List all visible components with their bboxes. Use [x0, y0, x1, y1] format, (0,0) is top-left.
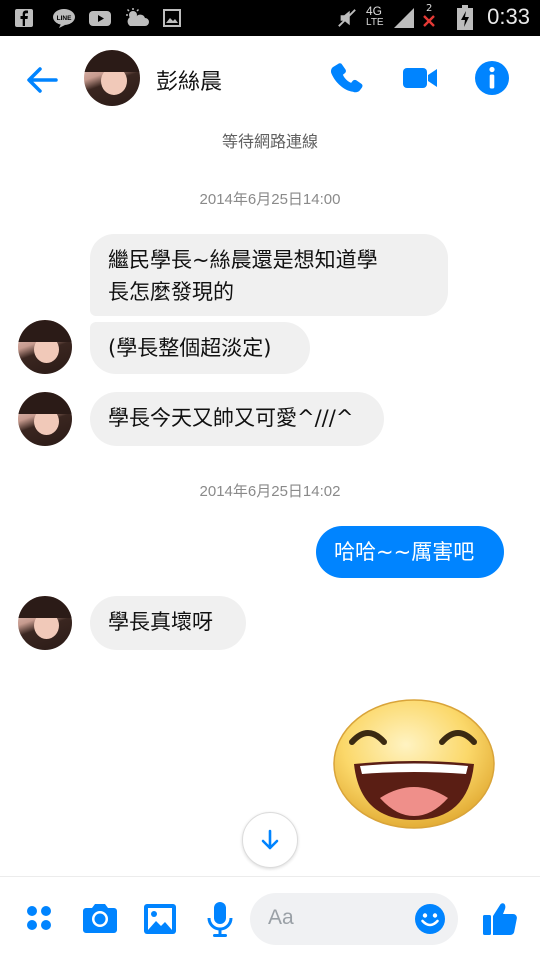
- received-message[interactable]: 繼民學長~絲晨還是想知道學 長怎麼發現的: [90, 234, 448, 316]
- battery-charging-icon: [457, 5, 473, 30]
- received-message[interactable]: (學長整個超淡定): [90, 322, 310, 374]
- sender-avatar[interactable]: [18, 392, 72, 446]
- message-composer: Aa: [0, 876, 540, 960]
- image-icon: [163, 9, 181, 27]
- sent-message[interactable]: 哈哈~~厲害吧: [316, 526, 504, 578]
- sender-avatar[interactable]: [18, 320, 72, 374]
- mute-icon: [338, 9, 356, 27]
- line-icon: LINE: [53, 9, 75, 28]
- status-bar: LINE 4G LTE 2 0:33: [0, 0, 540, 36]
- no-signal-icon: [423, 15, 435, 27]
- youtube-icon: [89, 11, 111, 26]
- message-text: 學長真壞呀: [108, 610, 213, 634]
- message-text: (學長整個超淡定): [108, 336, 272, 360]
- signal-icon: [394, 8, 414, 28]
- arrow-down-icon: [261, 829, 279, 850]
- clock: 0:33: [487, 4, 530, 29]
- gallery-icon[interactable]: [140, 899, 180, 939]
- network-type: 4G: [366, 4, 383, 18]
- message-text: 哈哈~~厲害吧: [334, 540, 475, 564]
- timestamp: 2014年6月25日14:00: [199, 191, 341, 208]
- message-input[interactable]: Aa: [250, 893, 458, 945]
- like-thumb-icon[interactable]: [480, 897, 522, 939]
- weather-icon: [126, 8, 149, 26]
- facebook-icon: [15, 9, 33, 27]
- sim-slot: 2: [426, 3, 433, 14]
- sender-avatar[interactable]: [18, 596, 72, 650]
- scroll-to-bottom-button[interactable]: [242, 812, 298, 868]
- contact-avatar[interactable]: [84, 50, 140, 106]
- message-line: 繼民學長~絲晨還是想知道學: [108, 248, 378, 272]
- message-line: 長怎麼發現的: [108, 280, 234, 304]
- message-text: 學長今天又帥又可愛^///^: [108, 406, 354, 430]
- info-icon[interactable]: [472, 58, 512, 98]
- conversation-header: 彭絲晨: [0, 36, 540, 122]
- more-apps-icon[interactable]: [20, 899, 60, 939]
- contact-name[interactable]: 彭絲晨: [156, 64, 222, 96]
- timestamp: 2014年6月25日14:02: [199, 483, 341, 500]
- microphone-icon[interactable]: [200, 899, 240, 939]
- camera-icon[interactable]: [80, 899, 120, 939]
- received-message[interactable]: 學長真壞呀: [90, 596, 246, 650]
- back-arrow-icon[interactable]: [22, 60, 62, 100]
- phone-icon[interactable]: [328, 58, 368, 98]
- connection-status: 等待網路連線: [221, 132, 318, 151]
- input-placeholder: Aa: [268, 906, 294, 929]
- laughing-face-sticker[interactable]: [330, 698, 498, 830]
- svg-text:LINE: LINE: [57, 15, 72, 22]
- network-sub: LTE: [366, 17, 384, 28]
- received-message[interactable]: 學長今天又帥又可愛^///^: [90, 392, 384, 446]
- emoji-icon[interactable]: [414, 903, 446, 935]
- video-icon[interactable]: [400, 58, 440, 98]
